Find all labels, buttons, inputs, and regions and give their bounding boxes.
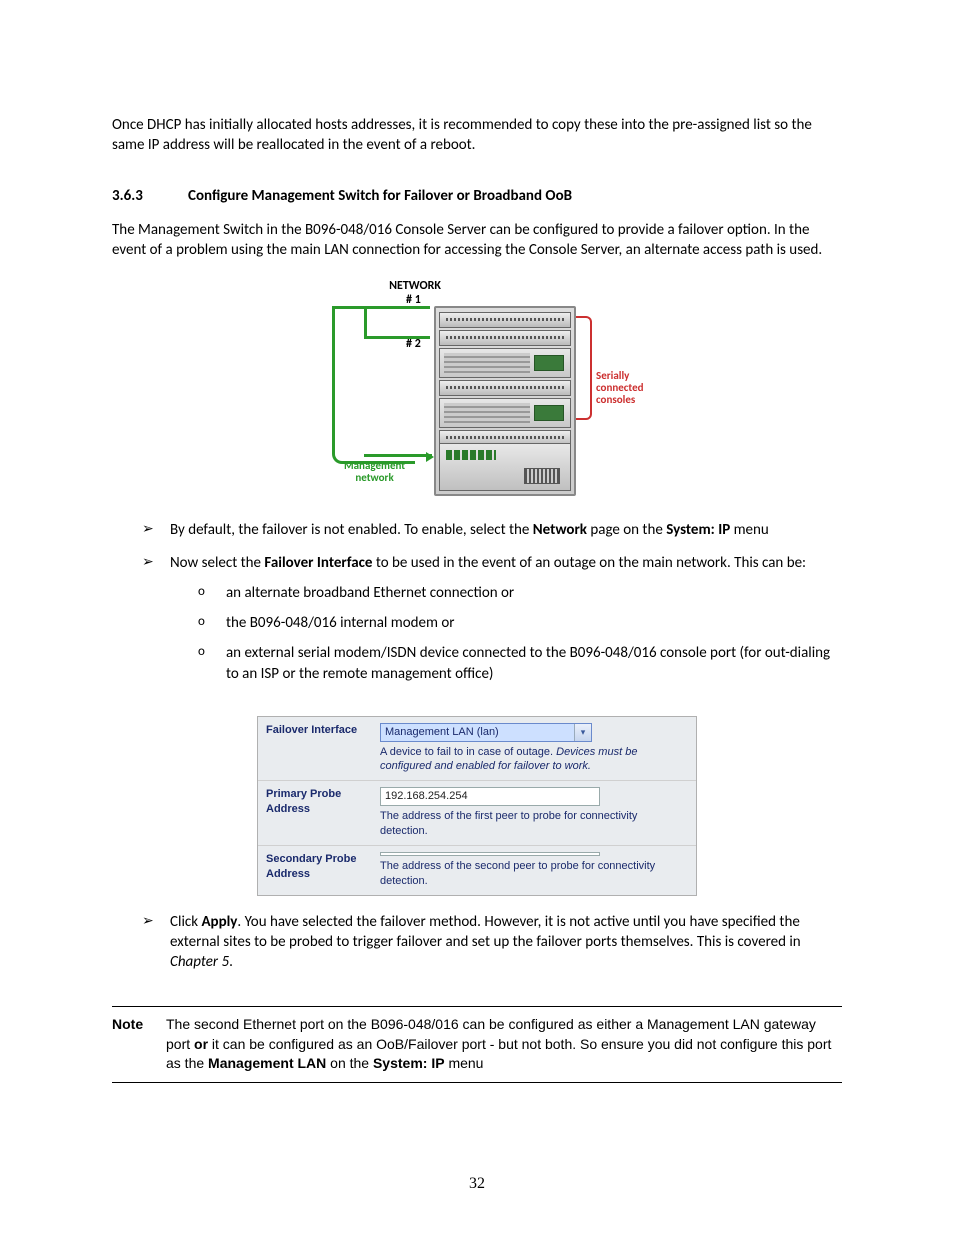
note-body: The second Ethernet port on the B096-048… (166, 1015, 842, 1074)
intro-paragraph: Once DHCP has initially allocated hosts … (112, 115, 842, 156)
primary-probe-input[interactable]: 192.168.254.254 (380, 787, 600, 806)
secondary-probe-hint: The address of the second peer to probe … (380, 859, 688, 889)
management-network-label: Managementnetwork (344, 460, 405, 484)
sub-bullet-item: an external serial modem/ISDN device con… (198, 643, 842, 694)
failover-interface-select[interactable]: Management LAN (lan) ▾ (380, 723, 592, 742)
primary-probe-hint: The address of the first peer to probe f… (380, 809, 688, 839)
note-box: Note The second Ethernet port on the B09… (112, 1006, 842, 1083)
bullet-item: Now select the Failover Interface to be … (142, 553, 842, 706)
secondary-probe-input[interactable] (380, 852, 600, 856)
primary-probe-label: Primary Probe Address (258, 781, 372, 845)
sub-bullet-item: the B096-048/016 internal modem or (198, 613, 842, 643)
page-number: 32 (0, 1173, 954, 1195)
note-tag: Note (112, 1015, 166, 1074)
bullet-item: By default, the failover is not enabled.… (142, 520, 842, 552)
net-arrow (364, 454, 432, 457)
bullet-item: Click Apply. You have selected the failo… (142, 912, 842, 985)
net-line (332, 306, 415, 464)
failover-form-screenshot: Failover Interface Management LAN (lan) … (257, 716, 697, 896)
failover-interface-hint: A device to fail to in case of outage. D… (380, 745, 688, 775)
section-heading: 3.6.3Configure Management Switch for Fai… (112, 186, 842, 206)
section-title: Configure Management Switch for Failover… (188, 187, 572, 205)
serial-bracket (576, 316, 592, 420)
serially-connected-label: Seriallyconnectedconsoles (596, 370, 644, 406)
sub-bullet-item: an alternate broadband Ethernet connecti… (198, 583, 842, 613)
server-rack-icon (434, 306, 576, 496)
secondary-probe-label: Secondary Probe Address (258, 846, 372, 895)
failover-interface-value: Management LAN (lan) (381, 724, 574, 741)
network-diagram: NETWORK # 1 # 2 Managementnetwork Serial… (314, 278, 640, 508)
section-number: 3.6.3 (112, 186, 188, 206)
failover-interface-label: Failover Interface (258, 717, 372, 781)
section-paragraph: The Management Switch in the B096-048/01… (112, 220, 842, 261)
chevron-down-icon[interactable]: ▾ (574, 724, 591, 741)
